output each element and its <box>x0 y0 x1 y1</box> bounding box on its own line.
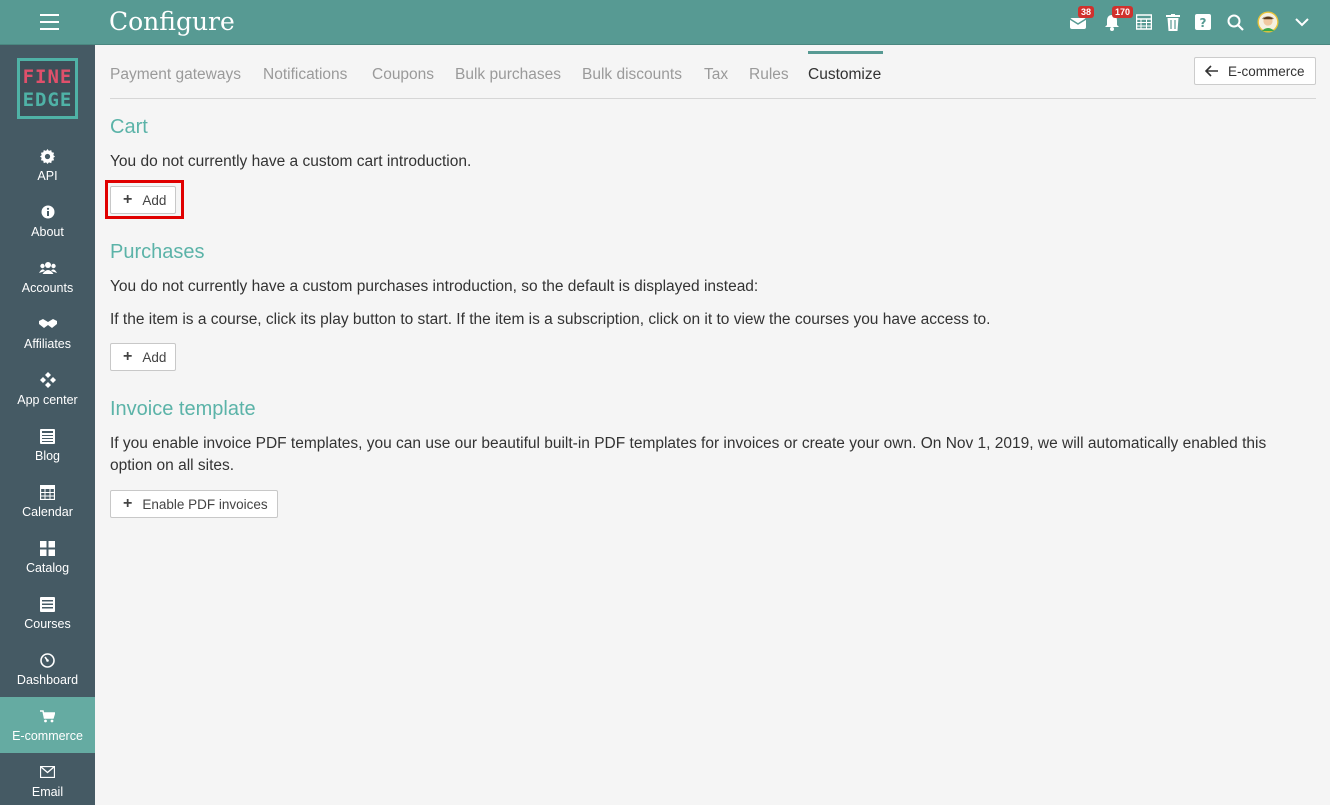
highlight-box <box>105 180 184 219</box>
calendar-grid-icon <box>1136 14 1152 30</box>
tab-customize[interactable]: Customize <box>808 66 881 84</box>
sidebar-item-email[interactable]: Email <box>0 753 95 805</box>
sidebar-item-label: Dashboard <box>16 673 79 687</box>
trash-icon <box>1166 13 1180 31</box>
sidebar-item-label: Affiliates <box>23 337 71 351</box>
logo-line1: FINE <box>22 65 73 88</box>
invoice-description: If you enable invoice PDF templates, you… <box>110 435 1267 474</box>
top-bar: Configure 38 170 ? <box>0 0 1330 45</box>
calendar-grid-button[interactable] <box>1133 11 1155 33</box>
svg-text:?: ? <box>1200 16 1207 30</box>
logo[interactable]: FINE EDGE <box>17 58 78 119</box>
grid-icon <box>40 539 55 557</box>
back-button-label: E-commerce <box>1228 63 1305 79</box>
menu-icon[interactable] <box>40 14 59 30</box>
tab-bulk-discounts[interactable]: Bulk discounts <box>582 66 682 84</box>
sidebar-item-api[interactable]: API <box>0 137 95 193</box>
search-button[interactable] <box>1224 11 1246 33</box>
purchases-default-text: If the item is a course, click its play … <box>110 311 991 328</box>
purchases-section-title: Purchases <box>110 241 205 263</box>
sidebar-item-dashboard[interactable]: Dashboard <box>0 641 95 697</box>
diamonds-icon <box>39 371 56 389</box>
sidebar-item-label: About <box>31 225 64 239</box>
cart-section-title: Cart <box>110 116 148 138</box>
tab-rules[interactable]: Rules <box>749 66 789 84</box>
sidebar-item-calendar[interactable]: Calendar <box>0 473 95 529</box>
sidebar-item-blog[interactable]: Blog <box>0 417 95 473</box>
sidebar-item-courses[interactable]: Courses <box>0 585 95 641</box>
info-icon <box>41 203 55 221</box>
sidebar-item-affiliates[interactable]: Affiliates <box>0 305 95 361</box>
users-icon <box>38 259 57 277</box>
purchases-add-label: Add <box>142 349 167 365</box>
sidebar-item-label: Email <box>31 785 64 799</box>
logo-line2: EDGE <box>22 88 73 111</box>
sidebar-item-e-commerce[interactable]: E-commerce <box>0 697 95 753</box>
newspaper-icon <box>40 427 55 445</box>
list-icon <box>40 595 55 613</box>
gauge-icon <box>40 651 55 669</box>
sidebar: FINE EDGE API About Accounts Affiliates … <box>0 45 95 805</box>
plus-icon: + <box>123 348 133 365</box>
tab-bar: Payment gateways Notifications Coupons B… <box>110 45 1316 99</box>
sidebar-item-label: Accounts <box>21 281 74 295</box>
account-menu-button[interactable] <box>1291 11 1313 33</box>
purchases-description: You do not currently have a custom purch… <box>110 278 759 295</box>
messages-button[interactable]: 38 <box>1067 6 1095 33</box>
sidebar-item-label: API <box>37 169 58 183</box>
plus-icon: + <box>123 495 133 512</box>
enable-pdf-invoices-button[interactable]: + Enable PDF invoices <box>110 490 278 518</box>
notifications-badge: 170 <box>1112 6 1134 18</box>
tab-tax[interactable]: Tax <box>704 66 728 84</box>
sidebar-item-label: Courses <box>24 617 71 631</box>
gear-icon <box>40 147 55 165</box>
cart-icon <box>40 707 55 725</box>
messages-badge: 38 <box>1078 6 1095 18</box>
mail-icon <box>40 763 55 781</box>
avatar[interactable] <box>1257 11 1279 33</box>
help-button[interactable]: ? <box>1192 11 1214 33</box>
sidebar-item-label: App center <box>17 393 78 407</box>
cart-description: You do not currently have a custom cart … <box>110 153 472 170</box>
handshake-icon <box>38 315 57 333</box>
sidebar-item-label: Calendar <box>22 505 73 519</box>
sidebar-item-app-center[interactable]: App center <box>0 361 95 417</box>
enable-pdf-invoices-label: Enable PDF invoices <box>142 496 268 512</box>
trash-button[interactable] <box>1162 11 1184 33</box>
notifications-button[interactable]: 170 <box>1101 6 1134 33</box>
search-icon <box>1227 14 1244 31</box>
tab-bulk-purchases[interactable]: Bulk purchases <box>455 66 561 84</box>
back-to-e-commerce-button[interactable]: E-commerce <box>1194 57 1316 85</box>
sidebar-item-about[interactable]: About <box>0 193 95 249</box>
sidebar-item-label: Catalog <box>25 561 70 575</box>
invoice-section-title: Invoice template <box>110 398 256 420</box>
active-tab-indicator <box>808 51 883 54</box>
tab-payment-gateways[interactable]: Payment gateways <box>110 66 241 84</box>
sidebar-item-accounts[interactable]: Accounts <box>0 249 95 305</box>
help-icon: ? <box>1195 14 1211 30</box>
tab-notifications[interactable]: Notifications <box>263 66 347 84</box>
chevron-down-icon <box>1295 17 1309 26</box>
avatar-icon <box>1257 11 1279 33</box>
sidebar-item-label: Blog <box>34 449 61 463</box>
sidebar-item-catalog[interactable]: Catalog <box>0 529 95 585</box>
purchases-add-button[interactable]: + Add <box>110 343 177 371</box>
page-title: Configure <box>109 7 235 36</box>
tab-coupons[interactable]: Coupons <box>372 66 434 84</box>
sidebar-item-label: E-commerce <box>12 729 83 743</box>
calendar-icon <box>40 483 55 501</box>
arrow-left-icon <box>1205 65 1218 77</box>
